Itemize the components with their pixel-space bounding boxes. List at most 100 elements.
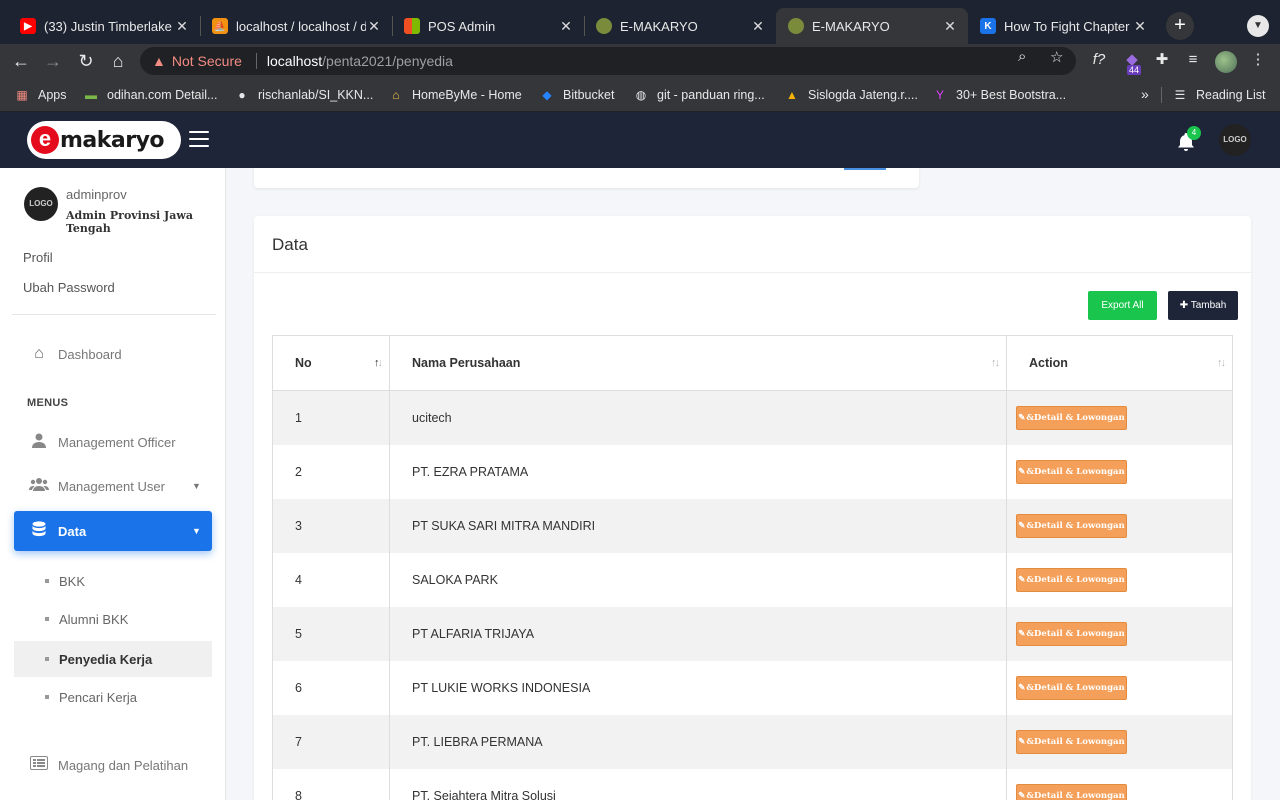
detail-lowongan-button[interactable]: ✎ &Detail & Lowongan xyxy=(1016,784,1127,800)
close-tab-icon[interactable]: ✕ xyxy=(174,18,190,35)
user-icon xyxy=(14,432,58,453)
sidebar-user-role: Admin Provinsi Jawa Tengah xyxy=(66,209,193,235)
browser-tab[interactable]: K How To Fight Chapter ✕ xyxy=(968,8,1158,44)
detail-lowongan-button[interactable]: ✎ &Detail & Lowongan xyxy=(1016,730,1127,754)
profile-link[interactable]: Profil xyxy=(23,250,53,265)
sidebar-item-data[interactable]: Data ▼ xyxy=(14,511,212,551)
close-tab-icon[interactable]: ✕ xyxy=(750,18,766,35)
puzzle-extensions-icon[interactable]: ✚ xyxy=(1152,50,1172,70)
more-bookmarks-icon[interactable]: » xyxy=(1141,86,1149,102)
close-tab-icon[interactable]: ✕ xyxy=(942,18,958,35)
tab-title: (33) Justin Timberlake xyxy=(44,18,172,34)
close-tab-icon[interactable]: ✕ xyxy=(366,18,382,35)
edit-icon: ✎ xyxy=(1018,521,1026,531)
tab-title: E-MAKARYO xyxy=(620,18,698,34)
table-body: 1 ucitech ✎ &Detail & Lowongan 2 PT. EZRA PRA… xyxy=(273,391,1232,800)
bookmark-item[interactable]: ▲ Sislogda Jateng.r.... xyxy=(784,86,918,104)
security-label[interactable]: Not Secure xyxy=(172,53,242,69)
cell-action: ✎ &Detail & Lowongan xyxy=(1007,499,1232,553)
tab-search-icon[interactable]: ▼ xyxy=(1247,15,1269,37)
detail-lowongan-button[interactable]: ✎ &Detail & Lowongan xyxy=(1016,406,1127,430)
tab-title: How To Fight Chapter xyxy=(1004,18,1130,34)
bookmark-item[interactable]: ◆ Bitbucket xyxy=(539,86,614,104)
users-icon xyxy=(14,476,58,497)
bookmark-apps[interactable]: ▦ Apps xyxy=(14,86,66,104)
close-tab-icon[interactable]: ✕ xyxy=(558,18,574,35)
sidebar-item-dashboard[interactable]: ⌂ Dashboard xyxy=(14,334,212,374)
extension-badge: 44 xyxy=(1127,65,1142,75)
export-all-button[interactable]: Export All xyxy=(1088,291,1157,320)
sidebar-item-management-user[interactable]: Management User ▼ xyxy=(14,466,212,506)
cell-no: 1 xyxy=(273,391,390,445)
chevron-down-icon: ▼ xyxy=(192,481,201,491)
cell-action: ✎ &Detail & Lowongan xyxy=(1007,769,1232,800)
cell-no: 8 xyxy=(273,769,390,800)
detail-lowongan-button[interactable]: ✎ &Detail & Lowongan xyxy=(1016,460,1127,484)
table-row: 5 PT ALFARIA TRIJAYA ✎ &Detail & Lowongan xyxy=(273,607,1232,661)
font-extension-icon[interactable]: f? xyxy=(1089,50,1109,70)
back-icon[interactable]: ← xyxy=(8,48,34,74)
detail-lowongan-button[interactable]: ✎ &Detail & Lowongan xyxy=(1016,676,1127,700)
profile-avatar[interactable] xyxy=(1215,51,1237,73)
home-icon: ⌂ xyxy=(34,345,44,362)
sidebar-subitem-alumni-bkk[interactable]: Alumni BKK xyxy=(14,601,212,637)
sidebar-subitem-pencari-kerja[interactable]: Pencari Kerja xyxy=(14,679,212,715)
bookmark-item[interactable]: Y 30+ Best Bootstra... xyxy=(932,86,1066,104)
new-tab-button[interactable]: + xyxy=(1166,12,1194,40)
cell-company-name: SALOKA PARK xyxy=(390,553,1007,607)
cell-company-name: PT LUKIE WORKS INDONESIA xyxy=(390,661,1007,715)
database-icon xyxy=(14,520,58,542)
cell-action: ✎ &Detail & Lowongan xyxy=(1007,661,1232,715)
change-password-link[interactable]: Ubah Password xyxy=(23,280,115,295)
bookmark-item[interactable]: ▬ odihan.com Detail... xyxy=(83,86,217,104)
sidebar-subitem-penyedia-kerja[interactable]: Penyedia Kerja xyxy=(14,641,212,677)
odihan-icon: ▬ xyxy=(85,88,97,102)
sidebar-item-magang[interactable]: Magang dan Pelatihan xyxy=(14,745,212,785)
youtube-icon: ▶ xyxy=(20,18,36,34)
bookmark-star-icon[interactable]: ☆ xyxy=(1050,48,1063,66)
column-header-no[interactable]: No ↑↓ xyxy=(273,336,390,390)
detail-lowongan-button[interactable]: ✎ &Detail & Lowongan xyxy=(1016,622,1127,646)
column-header-name[interactable]: Nama Perusahaan ↑↓ xyxy=(390,336,1007,390)
browser-tab[interactable]: ⛵ localhost / localhost / d ✕ xyxy=(200,8,392,44)
home-icon[interactable]: ⌂ xyxy=(105,48,131,74)
bookmark-item[interactable]: ● rischanlab/SI_KKN... xyxy=(234,86,373,104)
list-alt-icon xyxy=(14,755,58,775)
browser-tab[interactable]: POS Admin ✕ xyxy=(392,8,584,44)
forward-icon[interactable]: → xyxy=(40,48,66,74)
media-control-icon[interactable]: ≡ xyxy=(1183,50,1203,70)
sidebar: LOGO adminprov Admin Provinsi Jawa Tenga… xyxy=(0,168,226,800)
brand-logo[interactable]: e makaryo xyxy=(27,121,181,159)
close-tab-icon[interactable]: ✕ xyxy=(1132,18,1148,35)
edit-icon: ✎ xyxy=(1018,629,1026,639)
cell-action: ✎ &Detail & Lowongan xyxy=(1007,553,1232,607)
previous-card-bottom xyxy=(254,168,919,188)
reload-icon[interactable]: ↻ xyxy=(73,48,99,74)
add-button[interactable]: ✚ Tambah xyxy=(1168,291,1238,320)
sidebar-subitem-bkk[interactable]: BKK xyxy=(14,563,212,599)
cell-no: 4 xyxy=(273,553,390,607)
browser-tab[interactable]: E-MAKARYO ✕ xyxy=(584,8,776,44)
column-header-action[interactable]: Action ↑↓ xyxy=(1007,336,1232,390)
browser-tab[interactable]: ▶ (33) Justin Timberlake ✕ xyxy=(8,8,200,44)
reading-list[interactable]: ☰ Reading List xyxy=(1172,86,1266,104)
edit-icon: ✎ xyxy=(1018,737,1026,747)
address-bar[interactable]: ▲ Not Secure localhost/penta2021/penyedi… xyxy=(140,47,1076,75)
detail-lowongan-button[interactable]: ✎ &Detail & Lowongan xyxy=(1016,514,1127,538)
bookmark-item[interactable]: ⌂ HomeByMe - Home xyxy=(388,86,521,104)
sidebar-username: adminprov xyxy=(66,187,127,202)
bookmark-item[interactable]: ◍ git - panduan ring... xyxy=(633,86,765,104)
menu-kebab-icon[interactable]: ⋮ xyxy=(1248,50,1268,70)
zoom-icon[interactable]: ⌕ xyxy=(1018,48,1026,65)
apps-grid-icon: ▦ xyxy=(16,88,28,102)
detail-lowongan-button[interactable]: ✎ &Detail & Lowongan xyxy=(1016,568,1127,592)
table-row: 8 PT. Sejahtera Mitra Solusi ✎ &Detail & Lo… xyxy=(273,769,1232,800)
cell-action: ✎ &Detail & Lowongan xyxy=(1007,715,1232,769)
hamburger-menu-icon[interactable] xyxy=(189,131,209,147)
sidebar-item-management-officer[interactable]: Management Officer xyxy=(14,422,212,462)
cell-company-name: PT ALFARIA TRIJAYA xyxy=(390,607,1007,661)
cell-company-name: PT SUKA SARI MITRA MANDIRI xyxy=(390,499,1007,553)
header-avatar[interactable]: LOGO xyxy=(1219,124,1251,156)
plus-icon: ✚ xyxy=(1179,300,1189,311)
browser-tab-active[interactable]: E-MAKARYO ✕ xyxy=(776,8,968,44)
